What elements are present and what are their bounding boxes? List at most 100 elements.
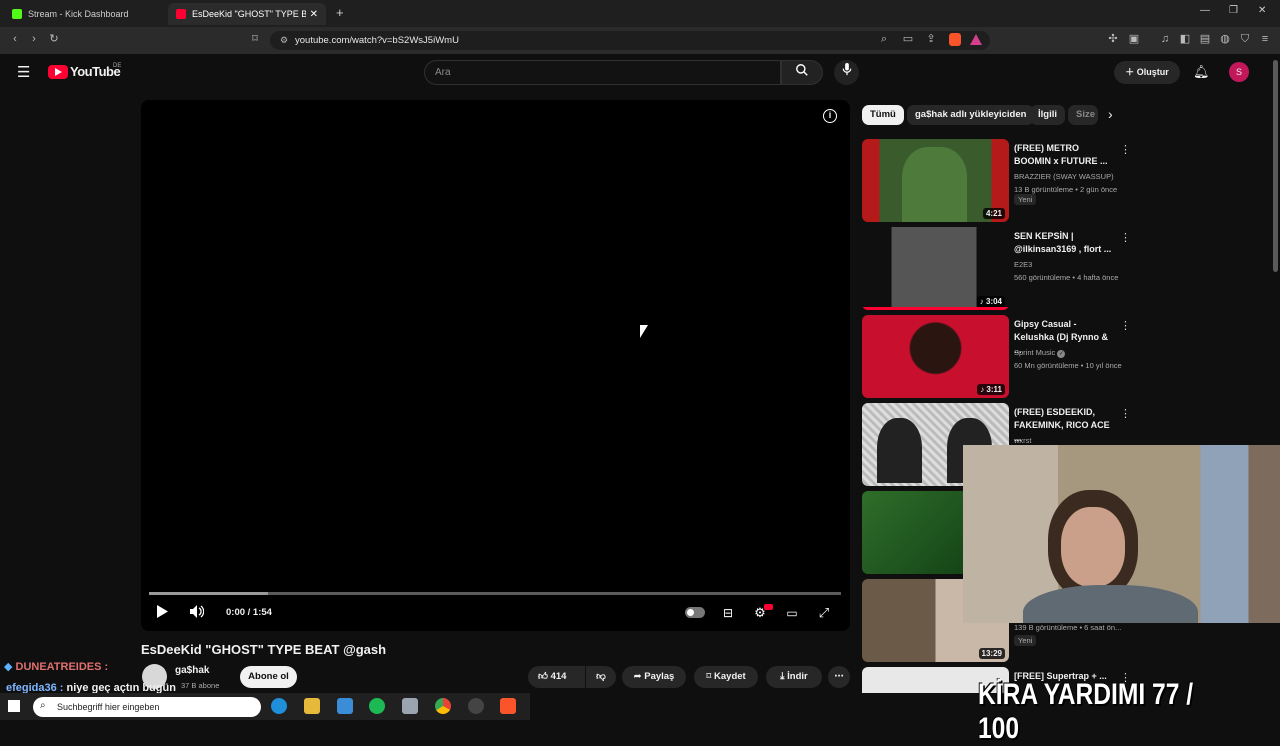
recommendation-item[interactable]: ♪ 3:11 Gipsy Casual - Kelushka (Dj Rynno… xyxy=(862,315,1162,399)
video-duration: 4:21 xyxy=(982,208,1005,219)
more-options-icon[interactable]: ⋮ xyxy=(1120,231,1131,244)
region-code: DE xyxy=(113,63,122,69)
recommendation-item[interactable]: ♪ 3:04 SEN KEPSİN | @ilkinsan3169 , flor… xyxy=(862,227,1162,311)
video-thumbnail[interactable]: ♪ 3:04 xyxy=(862,227,1009,310)
rent-help-counter: KİRA YARDIMI 77 / 100 xyxy=(978,678,1194,745)
shield-icon[interactable]: ⛉ xyxy=(1239,33,1251,45)
watch-progress xyxy=(862,307,1009,310)
chip-from-uploader[interactable]: ga$hak adlı yükleyiciden xyxy=(907,105,1035,125)
chevron-right-icon[interactable]: › xyxy=(1108,106,1113,122)
dislike-button[interactable]: 👎︎ xyxy=(586,666,616,688)
site-info-icon[interactable]: ⚙ xyxy=(278,34,290,46)
chrome-icon[interactable] xyxy=(435,698,451,714)
windows-start-icon[interactable] xyxy=(8,700,20,712)
edge-icon[interactable] xyxy=(271,698,287,714)
menu-icon[interactable]: ≡ xyxy=(1259,33,1271,45)
page-scrollbar[interactable] xyxy=(1273,60,1278,272)
channel-name[interactable]: wxrst xyxy=(1014,436,1032,445)
bookmark-icon[interactable]: ⌑ xyxy=(249,33,261,45)
restore-icon[interactable]: ❐ xyxy=(1229,5,1238,16)
download-button[interactable]: ⤓ İndir xyxy=(766,666,822,688)
more-options-icon[interactable]: ⋮ xyxy=(1120,319,1131,332)
notifications-bell-icon[interactable]: 🔔︎ xyxy=(1193,64,1210,80)
like-button[interactable]: 👍︎ 414 xyxy=(528,666,585,688)
vpn-icon[interactable]: ◍ xyxy=(1219,33,1231,45)
youtube-favicon-icon xyxy=(176,9,186,19)
video-thumbnail[interactable]: ♪ 3:11 xyxy=(862,315,1009,398)
tab-youtube-video[interactable]: EsDeeKid "GHOST" TYPE BEAT @ ✕ xyxy=(168,3,326,25)
taskbar-search-input[interactable]: Suchbegriff hier eingeben xyxy=(33,697,261,717)
sidebar-icon[interactable]: ◧ xyxy=(1179,33,1191,45)
screenshot-icon[interactable]: ▣ xyxy=(1128,33,1140,45)
tab-kick-dashboard[interactable]: Stream - Kick Dashboard xyxy=(4,3,164,25)
calculator-icon[interactable] xyxy=(402,698,418,714)
video-player[interactable] xyxy=(141,100,850,631)
create-button[interactable]: ＋ Oluştur xyxy=(1114,61,1180,84)
plus-icon: ＋ xyxy=(1125,67,1137,77)
video-duration: 13:29 xyxy=(978,648,1005,659)
search-icon xyxy=(796,64,808,76)
channel-name-text: Sprint Music xyxy=(1014,348,1056,357)
streamer-webcam xyxy=(963,445,1280,623)
subtitles-icon[interactable]: ⊟ xyxy=(717,602,739,624)
kick-favicon-icon xyxy=(12,9,22,19)
more-actions-button[interactable]: ⋯ xyxy=(828,666,850,688)
theater-mode-icon[interactable]: ▭ xyxy=(781,602,803,624)
video-title[interactable]: (FREE) METRO BOOMIN x FUTURE ... xyxy=(1014,142,1114,168)
video-thumbnail[interactable]: 4:21 xyxy=(862,139,1009,222)
chip-related[interactable]: İlgili xyxy=(1030,105,1065,125)
save-button[interactable]: ⌑ Kaydet xyxy=(694,666,758,688)
wallet-icon[interactable]: ▤ xyxy=(1199,33,1211,45)
voice-search-button[interactable] xyxy=(834,60,859,85)
video-meta: 13 B görüntüleme • 2 gün önce xyxy=(1014,185,1118,194)
bookmark-save-icon: ⌑ xyxy=(706,671,715,682)
search-input[interactable]: Ara xyxy=(424,60,781,85)
cast-icon[interactable]: ▭ xyxy=(902,33,914,45)
store-icon[interactable] xyxy=(337,698,353,714)
more-options-icon[interactable]: ⋮ xyxy=(1120,407,1131,420)
microphone-icon xyxy=(842,63,851,76)
channel-name[interactable]: E2E3 xyxy=(1014,260,1032,269)
video-duration: ♪ 3:11 xyxy=(977,384,1005,395)
back-icon[interactable]: ‹ xyxy=(9,33,21,45)
chat-username: DUNEATREIDES : xyxy=(15,661,109,673)
account-avatar[interactable]: S xyxy=(1229,62,1249,82)
channel-name[interactable]: Sprint Music ✓ xyxy=(1014,348,1066,358)
hamburger-menu-icon[interactable]: ☰ xyxy=(17,63,30,81)
search-button[interactable] xyxy=(781,60,823,85)
fullscreen-icon[interactable]: ⤢ xyxy=(813,602,835,624)
close-tab-icon[interactable]: ✕ xyxy=(310,9,318,20)
new-tab-icon[interactable]: + xyxy=(336,5,344,20)
time-display: 0:00 / 1:54 xyxy=(226,607,272,618)
share-button[interactable]: ➦ Paylaş xyxy=(622,666,686,688)
music-icon[interactable]: ♫ xyxy=(1159,33,1171,45)
autoplay-toggle[interactable] xyxy=(685,607,705,618)
file-explorer-icon[interactable] xyxy=(304,698,320,714)
play-button[interactable] xyxy=(151,602,173,624)
youtube-logo-icon[interactable] xyxy=(48,65,68,79)
chat-badge-icon: ◆ xyxy=(4,661,16,673)
extensions-icon[interactable]: ✣ xyxy=(1107,33,1119,45)
info-icon[interactable]: i xyxy=(823,109,837,123)
more-options-icon[interactable]: ⋮ xyxy=(1120,143,1131,156)
window-close-icon[interactable]: ✕ xyxy=(1258,5,1266,16)
brave-rewards-icon[interactable] xyxy=(970,34,982,45)
subscribe-button[interactable]: Abone ol xyxy=(240,666,297,688)
channel-name[interactable]: BRAZZIER (SWAY WASSUP) xyxy=(1014,172,1114,181)
minimize-icon[interactable]: — xyxy=(1200,5,1210,16)
subscriber-count: 37 B abone xyxy=(181,681,220,690)
video-title[interactable]: SEN KEPSİN | @ilkinsan3169 , flort ... xyxy=(1014,230,1114,256)
brave-icon[interactable] xyxy=(500,698,516,714)
brave-shield-icon[interactable] xyxy=(949,33,961,46)
forward-icon[interactable]: › xyxy=(28,33,40,45)
chip-all[interactable]: Tümü xyxy=(862,105,904,125)
obs-icon[interactable] xyxy=(468,698,484,714)
share-page-icon[interactable]: ⇪ xyxy=(925,33,937,45)
chip-for-you[interactable]: Size xyxy=(1068,105,1098,125)
zoom-icon[interactable]: ⌕ xyxy=(878,33,890,45)
volume-button[interactable] xyxy=(186,602,208,624)
recommendation-item[interactable]: 4:21 (FREE) METRO BOOMIN x FUTURE ... BR… xyxy=(862,139,1162,223)
reload-icon[interactable]: ↻ xyxy=(48,33,60,45)
channel-name[interactable]: ga$hak xyxy=(175,665,209,676)
spotify-icon[interactable] xyxy=(369,698,385,714)
